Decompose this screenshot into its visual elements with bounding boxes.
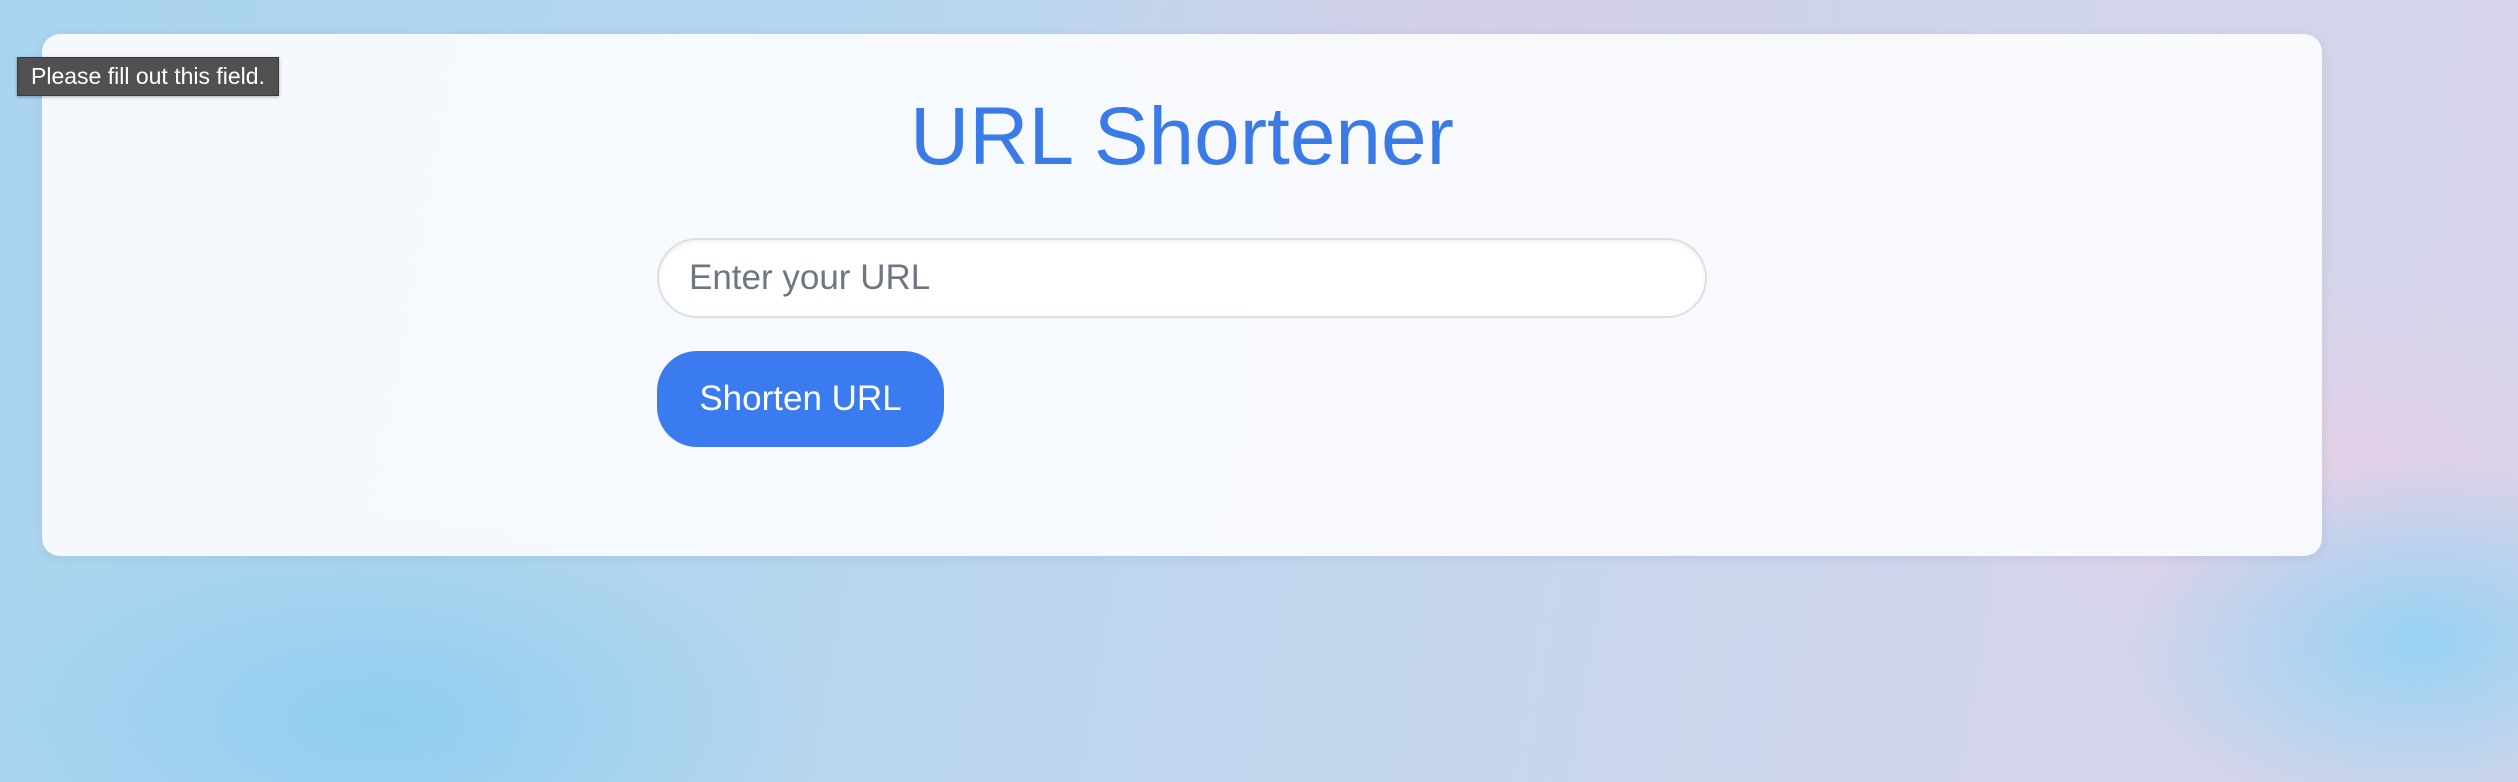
shorten-url-button[interactable]: Shorten URL xyxy=(657,351,944,447)
shortener-card: URL Shortener Shorten URL xyxy=(42,34,2322,556)
page-title: URL Shortener xyxy=(910,91,1454,182)
validation-tooltip: Please fill out this field. xyxy=(17,57,279,96)
url-input[interactable] xyxy=(657,238,1707,318)
